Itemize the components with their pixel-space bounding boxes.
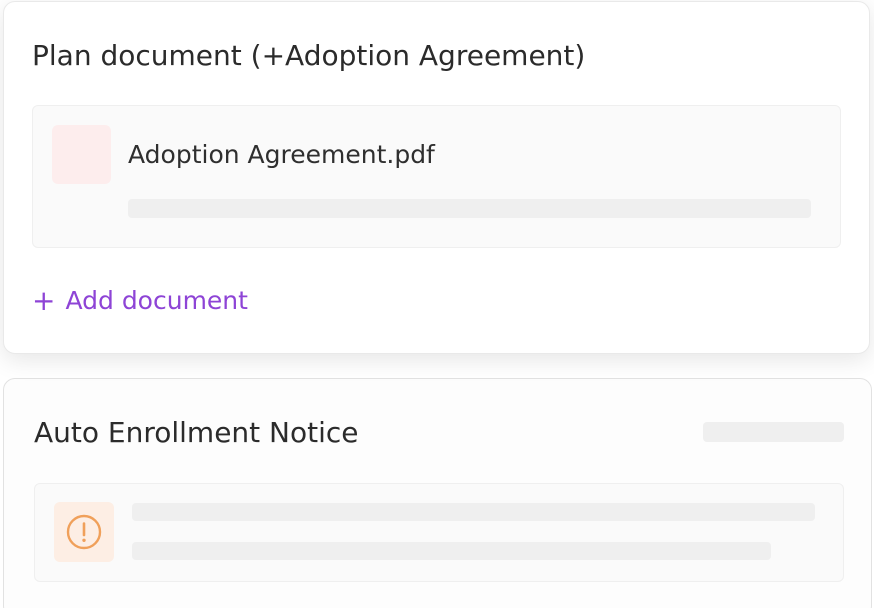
warning-icon-container — [54, 502, 114, 562]
notice-text-placeholder-1 — [132, 503, 815, 521]
document-progress-placeholder — [128, 199, 811, 218]
add-document-button[interactable]: + Add document — [32, 286, 248, 316]
notice-text-placeholder-2 — [132, 542, 771, 560]
status-placeholder — [703, 422, 844, 442]
plan-document-title: Plan document (+Adoption Agreement) — [32, 39, 586, 72]
plan-document-card: Plan document (+Adoption Agreement) Adop… — [3, 1, 870, 354]
document-file-name[interactable]: Adoption Agreement.pdf — [128, 140, 435, 170]
plus-icon: + — [32, 284, 56, 317]
auto-enrollment-title: Auto Enrollment Notice — [34, 416, 359, 449]
file-thumbnail-icon — [52, 125, 111, 184]
page: Plan document (+Adoption Agreement) Adop… — [0, 0, 874, 608]
document-row[interactable]: Adoption Agreement.pdf — [32, 105, 841, 248]
add-document-label: Add document — [65, 286, 248, 315]
warning-icon — [66, 514, 102, 550]
auto-enrollment-card: Auto Enrollment Notice — [3, 378, 872, 608]
notice-row[interactable] — [34, 483, 844, 582]
